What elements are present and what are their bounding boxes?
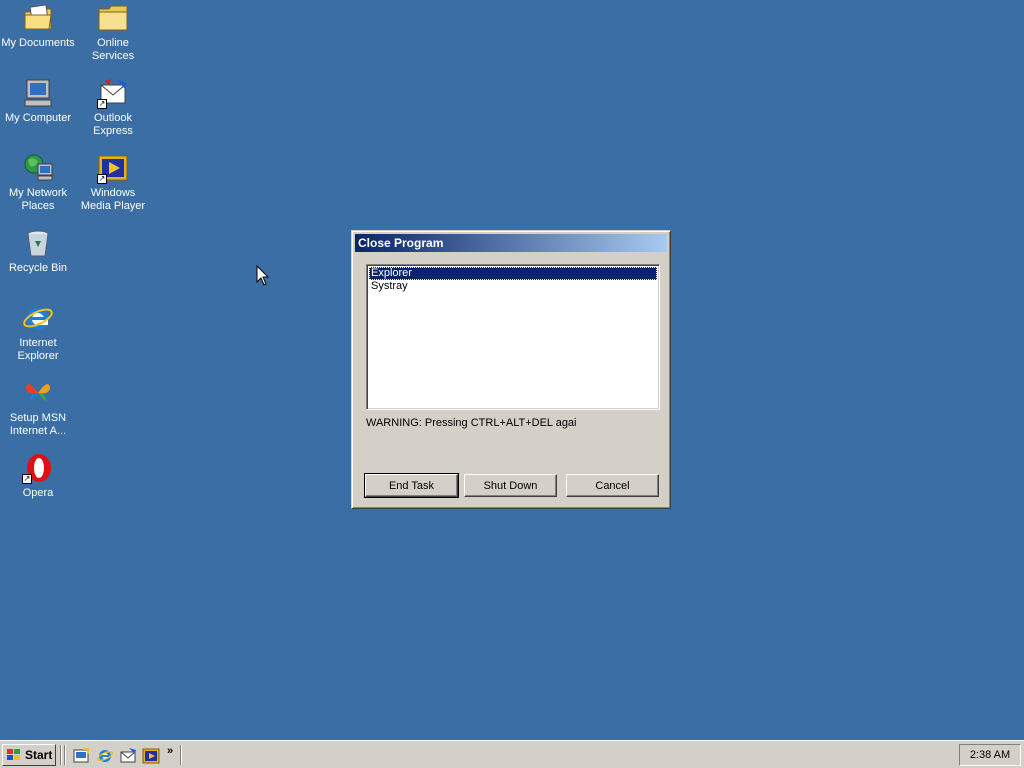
warning-text: WARNING: Pressing CTRL+ALT+DEL agai	[366, 417, 577, 429]
desktop-icon-label: Opera	[22, 487, 54, 499]
desktop-icon-my-documents[interactable]: My Documents	[0, 2, 76, 50]
opera-icon: ↗	[22, 452, 54, 484]
quick-launch-chevron[interactable]: »	[167, 745, 173, 757]
taskbar-separator	[64, 745, 66, 765]
outlook-express-icon: ↗	[97, 77, 129, 109]
system-tray-clock[interactable]: 2:38 AM	[959, 744, 1021, 766]
shortcut-arrow-icon: ↗	[22, 474, 32, 484]
show-desktop-icon[interactable]	[72, 747, 90, 765]
close-program-dialog: Close Program Explorer Systray WARNING: …	[351, 230, 671, 509]
program-listbox[interactable]: Explorer Systray	[366, 264, 660, 410]
end-task-button[interactable]: End Task	[364, 473, 459, 498]
network-places-icon	[22, 152, 54, 184]
desktop-icon-label: Outlook Express	[93, 112, 133, 137]
desktop-icon-label: My Computer	[4, 112, 72, 124]
desktop-icon-internet-explorer[interactable]: Internet Explorer	[0, 302, 76, 363]
desktop-icon-recycle-bin[interactable]: Recycle Bin	[0, 227, 76, 275]
start-button[interactable]: Start	[2, 744, 56, 766]
msn-butterfly-icon	[22, 377, 54, 409]
internet-explorer-icon	[22, 302, 54, 334]
cancel-button[interactable]: Cancel	[566, 474, 659, 497]
dialog-title: Close Program	[355, 234, 667, 252]
my-documents-icon	[22, 2, 54, 34]
folder-icon	[97, 2, 129, 34]
desktop-icon-label: Online Services	[91, 37, 135, 62]
desktop-icon-setup-msn[interactable]: Setup MSN Internet A...	[0, 377, 76, 438]
desktop-icon-label: Windows Media Player	[80, 187, 146, 212]
media-player-icon: ↗	[97, 152, 129, 184]
desktop-icon-label: My Network Places	[8, 187, 68, 212]
shortcut-arrow-icon: ↗	[97, 99, 107, 109]
taskbar-separator	[180, 745, 182, 765]
desktop-icon-label: Internet Explorer	[17, 337, 59, 362]
taskbar-separator	[60, 745, 62, 765]
taskbar: Start » 2:38 AM	[0, 740, 1024, 768]
list-item-systray[interactable]: Systray	[369, 280, 657, 293]
recycle-bin-icon	[22, 227, 54, 259]
desktop-icon-label: My Documents	[1, 37, 75, 49]
media-player-icon[interactable]	[142, 747, 160, 765]
internet-explorer-icon[interactable]	[96, 747, 114, 765]
desktop-icon-label: Setup MSN Internet A...	[9, 412, 67, 437]
windows-logo-icon	[7, 749, 20, 760]
desktop-icon-my-network-places[interactable]: My Network Places	[0, 152, 76, 213]
start-label: Start	[25, 748, 53, 762]
desktop-icon-windows-media-player[interactable]: ↗ Windows Media Player	[75, 152, 151, 213]
desktop-icon-outlook-express[interactable]: ↗ Outlook Express	[75, 77, 151, 138]
desktop-icon-opera[interactable]: ↗ Opera	[0, 452, 76, 500]
outlook-express-icon[interactable]	[119, 747, 137, 765]
shortcut-arrow-icon: ↗	[97, 174, 107, 184]
my-computer-icon	[22, 77, 54, 109]
shut-down-button[interactable]: Shut Down	[464, 474, 557, 497]
desktop-icon-online-services[interactable]: Online Services	[75, 2, 151, 63]
desktop-icon-label: Recycle Bin	[8, 262, 68, 274]
list-item-explorer[interactable]: Explorer	[369, 267, 657, 280]
mouse-cursor-icon	[256, 265, 270, 286]
desktop-icon-my-computer[interactable]: My Computer	[0, 77, 76, 125]
